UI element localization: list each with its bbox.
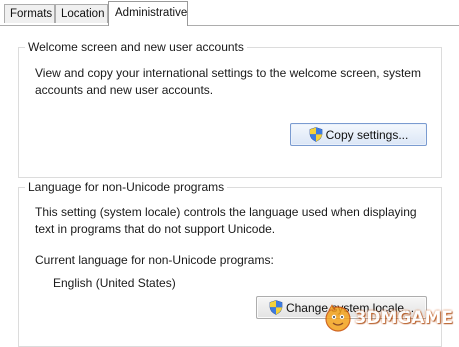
non-unicode-description-line1: This setting (system locale) controls th… [35, 205, 417, 219]
copy-settings-button[interactable]: Copy settings... [290, 123, 427, 146]
welcome-description-line2: accounts and new user accounts. [35, 83, 214, 97]
non-unicode-description-line2: text in programs that do not support Uni… [35, 222, 276, 236]
watermark: 3DMGAME [323, 303, 454, 333]
tab-strip: Formats Location Administrative [0, 0, 459, 26]
watermark-text: 3DMGAME [354, 308, 454, 328]
welcome-group-title: Welcome screen and new user accounts [25, 40, 247, 54]
current-language-value: English (United States) [53, 276, 176, 290]
watermark-mascot-icon [324, 304, 351, 332]
welcome-description-line1: View and copy your international setting… [35, 66, 421, 80]
non-unicode-group-title: Language for non-Unicode programs [25, 180, 228, 194]
uac-shield-icon [269, 300, 283, 315]
welcome-screen-group: Welcome screen and new user accounts Vie… [18, 40, 442, 178]
tab-location[interactable]: Location [55, 4, 108, 23]
uac-shield-icon [309, 127, 322, 142]
tab-formats[interactable]: Formats [4, 4, 55, 23]
copy-settings-label: Copy settings... [325, 127, 409, 142]
tab-administrative[interactable]: Administrative [108, 1, 188, 26]
tab-panel-administrative: Welcome screen and new user accounts Vie… [0, 26, 459, 347]
current-language-label: Current language for non-Unicode program… [35, 253, 274, 267]
